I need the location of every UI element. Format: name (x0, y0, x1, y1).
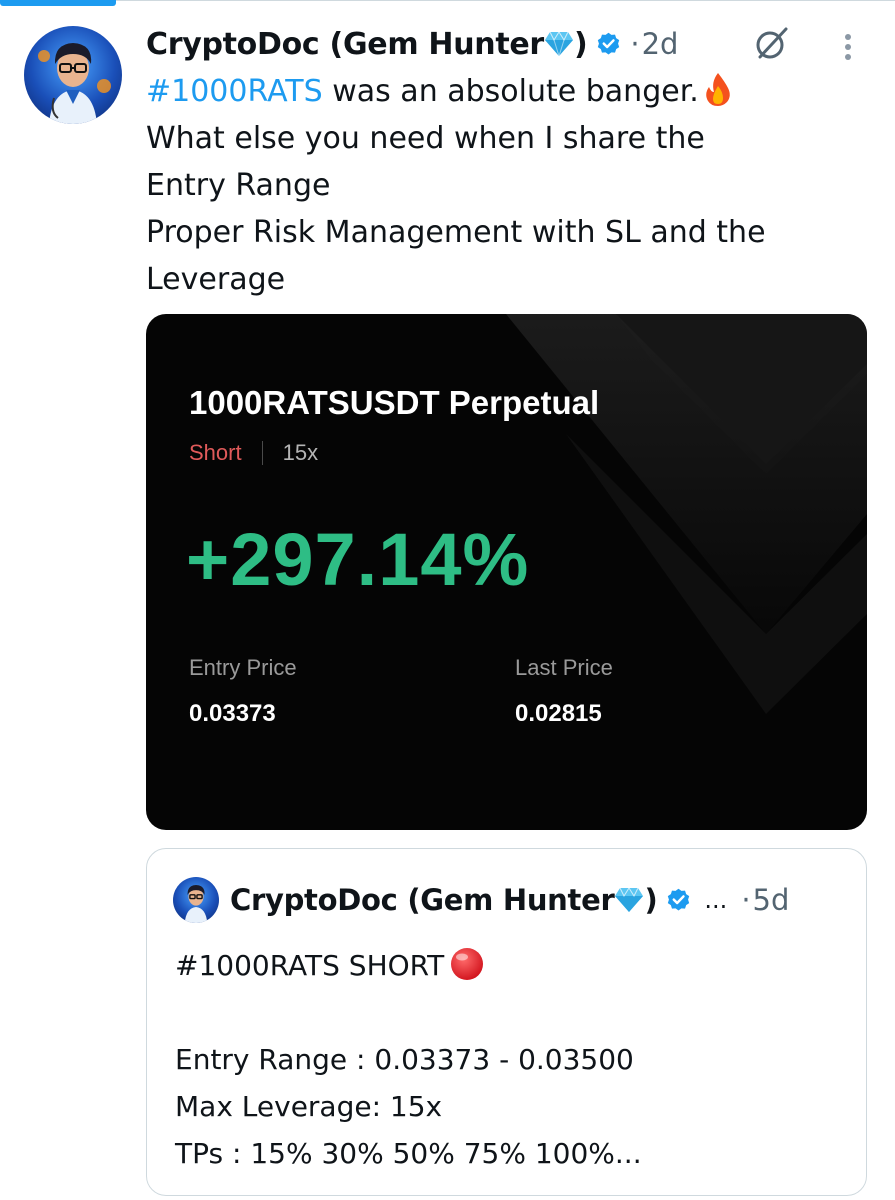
divider (261, 441, 263, 465)
last-price-value: 0.02815 (515, 700, 602, 727)
grok-icon[interactable] (754, 25, 790, 61)
last-price-label: Last Price (515, 655, 613, 680)
entry-price-value: 0.03373 (189, 700, 276, 727)
position-side: Short (189, 440, 242, 465)
pnl-percent: +297.14% (186, 518, 530, 601)
quoted-author-name: CryptoDoc (Gem Hunter) (230, 883, 658, 917)
trading-pair: 1000RATSUSDT Perpetual (189, 384, 600, 421)
post-header: CryptoDoc (Gem Hunter) · 2d (146, 22, 678, 66)
entry-price-label: Entry Price (189, 655, 297, 680)
red-circle-emoji-icon (451, 948, 484, 980)
gem-emoji-icon (615, 887, 644, 912)
post-time[interactable]: 2d (642, 27, 679, 61)
verified-badge-icon (668, 888, 690, 911)
author-avatar[interactable] (24, 26, 122, 124)
trade-result-image[interactable]: 1000RATSUSDT Perpetual Short 15x +297.14… (146, 314, 867, 830)
post-text: #1000RATS was an absolute banger. What e… (146, 73, 766, 297)
quoted-post-text: #1000RATS SHORT Entry Range : 0.03373 - … (175, 948, 642, 1170)
hashtag-link[interactable]: #1000RATS (146, 74, 323, 109)
fire-emoji-icon (706, 73, 730, 106)
quoted-time: 5d (752, 883, 790, 917)
position-leverage: 15x (282, 440, 319, 465)
quoted-ellipsis: ... (704, 886, 728, 914)
quoted-separator: · (741, 883, 751, 917)
separator-dot: · (630, 27, 640, 61)
more-options-icon[interactable] (838, 32, 858, 62)
quoted-post-header: CryptoDoc (Gem Hunter) ... · 5d (230, 878, 789, 922)
position-info: Short 15x (189, 440, 318, 466)
gem-emoji-icon (544, 30, 573, 57)
tab-indicator (0, 0, 116, 6)
quoted-author-avatar (173, 877, 219, 923)
author-name[interactable]: CryptoDoc (Gem Hunter) (146, 27, 588, 62)
verified-badge-icon (598, 32, 620, 55)
top-divider (0, 0, 895, 6)
